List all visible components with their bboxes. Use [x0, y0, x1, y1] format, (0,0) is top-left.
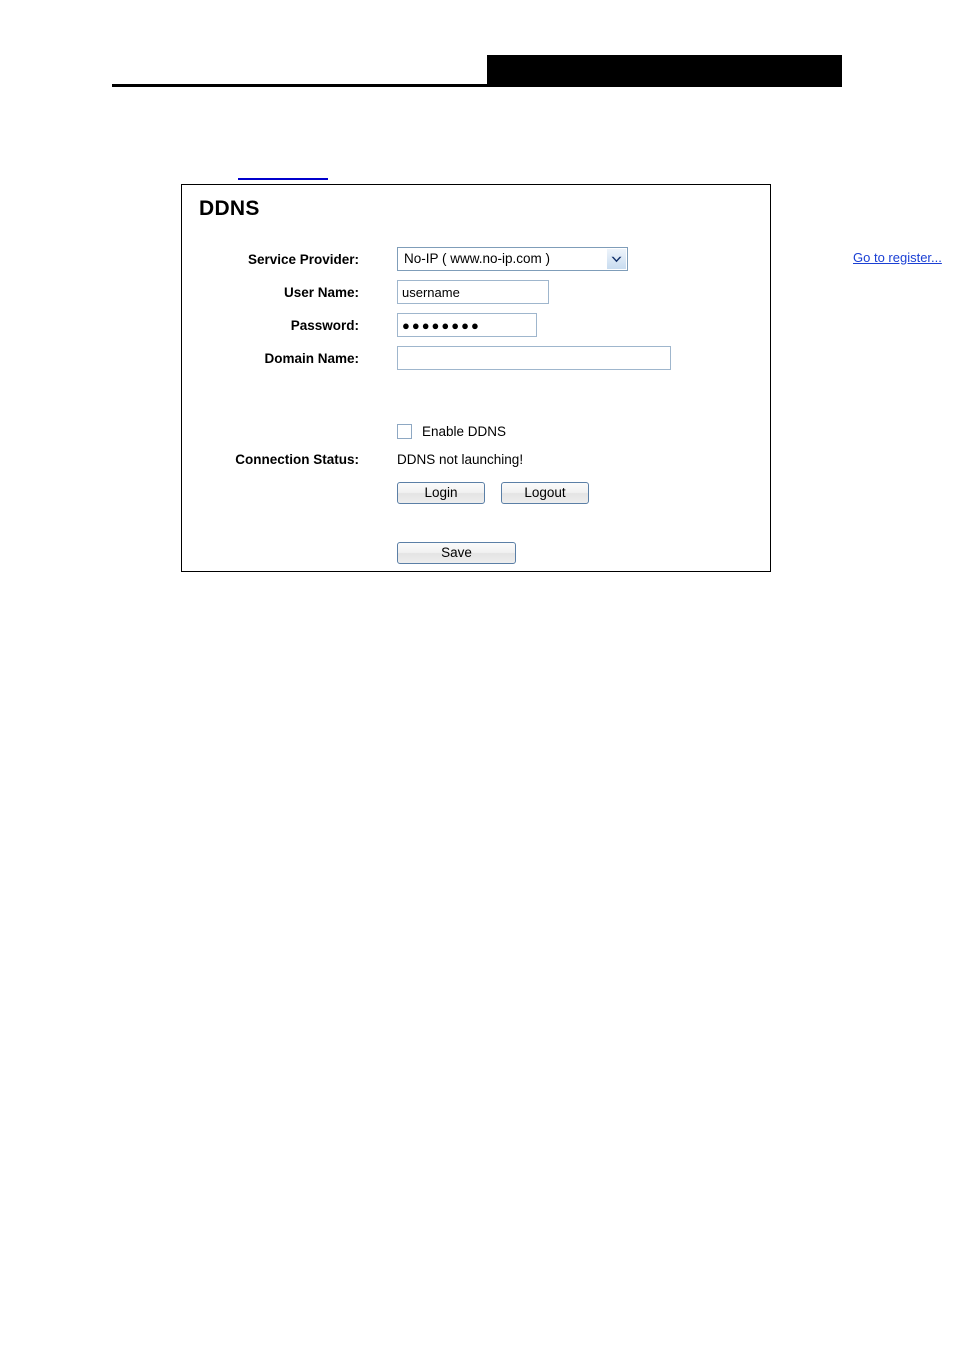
- password-control: [397, 313, 537, 339]
- password-input[interactable]: [397, 313, 537, 337]
- connection-status-label: Connection Status:: [235, 452, 359, 467]
- chevron-down-icon[interactable]: [606, 249, 626, 269]
- service-provider-select[interactable]: No-IP ( www.no-ip.com ): [397, 247, 628, 271]
- logout-button[interactable]: Logout: [501, 482, 589, 504]
- domain-name-label: Domain Name:: [264, 351, 359, 366]
- header-horizontal-rule: [112, 84, 842, 87]
- user-name-label: User Name:: [283, 285, 359, 300]
- enable-ddns-row: Enable DDNS: [397, 421, 506, 441]
- page-title: DDNS: [199, 197, 260, 220]
- save-button[interactable]: Save: [397, 542, 516, 564]
- domain-name-input[interactable]: [397, 346, 671, 370]
- form-row-connection-status: Connection Status: DDNS not launching!: [182, 447, 770, 473]
- login-button[interactable]: Login: [397, 482, 485, 504]
- connection-status-value: DDNS not launching!: [397, 452, 524, 467]
- user-name-control: [397, 280, 549, 306]
- service-provider-selected-value: No-IP ( www.no-ip.com ): [404, 251, 551, 266]
- user-name-input[interactable]: [397, 280, 549, 304]
- ddns-settings-panel: DDNS Service Provider: No-IP ( www.no-ip…: [181, 184, 942, 572]
- enable-ddns-label: Enable DDNS: [422, 423, 507, 439]
- document-header: [0, 0, 954, 100]
- section-anchor-link[interactable]: [238, 166, 328, 180]
- service-provider-control: No-IP ( www.no-ip.com ) Go to register..…: [397, 247, 942, 273]
- login-logout-button-row: Login Logout: [397, 482, 589, 504]
- form-row-domain-name: Domain Name:: [182, 346, 770, 372]
- password-label: Password:: [290, 318, 359, 333]
- form-row-service-provider: Service Provider: No-IP ( www.no-ip.com …: [182, 247, 942, 273]
- enable-ddns-checkbox[interactable]: [397, 423, 412, 439]
- service-provider-label: Service Provider:: [247, 252, 359, 267]
- form-row-user-name: User Name:: [182, 280, 770, 306]
- form-row-password: Password:: [182, 313, 770, 339]
- header-black-bar: [487, 55, 842, 84]
- domain-name-control: [397, 346, 671, 372]
- go-to-register-link[interactable]: Go to register...: [853, 250, 942, 265]
